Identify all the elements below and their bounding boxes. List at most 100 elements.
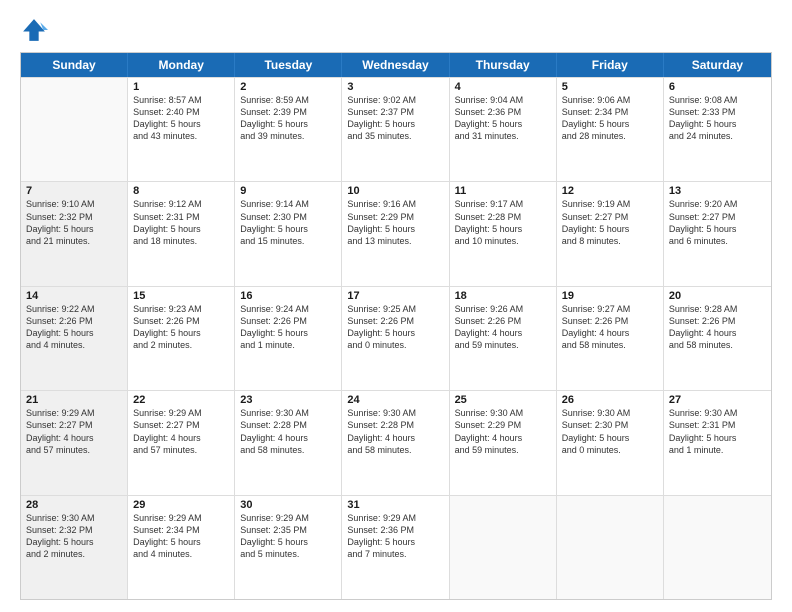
- day-number: 10: [347, 185, 443, 197]
- calendar-cell: 3Sunrise: 9:02 AM Sunset: 2:37 PM Daylig…: [342, 78, 449, 181]
- calendar-cell: 18Sunrise: 9:26 AM Sunset: 2:26 PM Dayli…: [450, 287, 557, 390]
- day-info: Sunrise: 9:30 AM Sunset: 2:29 PM Dayligh…: [455, 407, 551, 456]
- calendar-cell: 25Sunrise: 9:30 AM Sunset: 2:29 PM Dayli…: [450, 391, 557, 494]
- calendar-cell: 27Sunrise: 9:30 AM Sunset: 2:31 PM Dayli…: [664, 391, 771, 494]
- day-number: 1: [133, 81, 229, 93]
- calendar-cell: [664, 496, 771, 599]
- header: [20, 16, 772, 44]
- day-info: Sunrise: 9:22 AM Sunset: 2:26 PM Dayligh…: [26, 303, 122, 352]
- day-info: Sunrise: 8:57 AM Sunset: 2:40 PM Dayligh…: [133, 94, 229, 143]
- day-info: Sunrise: 9:26 AM Sunset: 2:26 PM Dayligh…: [455, 303, 551, 352]
- calendar-cell: 4Sunrise: 9:04 AM Sunset: 2:36 PM Daylig…: [450, 78, 557, 181]
- day-info: Sunrise: 9:29 AM Sunset: 2:34 PM Dayligh…: [133, 512, 229, 561]
- day-info: Sunrise: 9:17 AM Sunset: 2:28 PM Dayligh…: [455, 198, 551, 247]
- day-number: 29: [133, 499, 229, 511]
- calendar-cell: 13Sunrise: 9:20 AM Sunset: 2:27 PM Dayli…: [664, 182, 771, 285]
- day-number: 2: [240, 81, 336, 93]
- day-info: Sunrise: 9:28 AM Sunset: 2:26 PM Dayligh…: [669, 303, 766, 352]
- day-info: Sunrise: 9:30 AM Sunset: 2:31 PM Dayligh…: [669, 407, 766, 456]
- calendar-cell: 14Sunrise: 9:22 AM Sunset: 2:26 PM Dayli…: [21, 287, 128, 390]
- calendar-cell: 20Sunrise: 9:28 AM Sunset: 2:26 PM Dayli…: [664, 287, 771, 390]
- calendar-cell: 17Sunrise: 9:25 AM Sunset: 2:26 PM Dayli…: [342, 287, 449, 390]
- header-day-thursday: Thursday: [450, 53, 557, 77]
- calendar-cell: 30Sunrise: 9:29 AM Sunset: 2:35 PM Dayli…: [235, 496, 342, 599]
- calendar-row-3: 21Sunrise: 9:29 AM Sunset: 2:27 PM Dayli…: [21, 390, 771, 494]
- page: SundayMondayTuesdayWednesdayThursdayFrid…: [0, 0, 792, 612]
- day-number: 3: [347, 81, 443, 93]
- calendar-header: SundayMondayTuesdayWednesdayThursdayFrid…: [21, 53, 771, 77]
- header-day-sunday: Sunday: [21, 53, 128, 77]
- calendar-cell: 8Sunrise: 9:12 AM Sunset: 2:31 PM Daylig…: [128, 182, 235, 285]
- calendar-row-4: 28Sunrise: 9:30 AM Sunset: 2:32 PM Dayli…: [21, 495, 771, 599]
- calendar: SundayMondayTuesdayWednesdayThursdayFrid…: [20, 52, 772, 600]
- day-number: 11: [455, 185, 551, 197]
- calendar-cell: 11Sunrise: 9:17 AM Sunset: 2:28 PM Dayli…: [450, 182, 557, 285]
- day-info: Sunrise: 9:29 AM Sunset: 2:36 PM Dayligh…: [347, 512, 443, 561]
- calendar-cell: 28Sunrise: 9:30 AM Sunset: 2:32 PM Dayli…: [21, 496, 128, 599]
- calendar-cell: [557, 496, 664, 599]
- day-info: Sunrise: 9:30 AM Sunset: 2:28 PM Dayligh…: [240, 407, 336, 456]
- day-number: 6: [669, 81, 766, 93]
- calendar-cell: 15Sunrise: 9:23 AM Sunset: 2:26 PM Dayli…: [128, 287, 235, 390]
- day-info: Sunrise: 9:29 AM Sunset: 2:27 PM Dayligh…: [133, 407, 229, 456]
- day-info: Sunrise: 9:14 AM Sunset: 2:30 PM Dayligh…: [240, 198, 336, 247]
- day-info: Sunrise: 9:08 AM Sunset: 2:33 PM Dayligh…: [669, 94, 766, 143]
- day-number: 26: [562, 394, 658, 406]
- day-number: 18: [455, 290, 551, 302]
- calendar-cell: 12Sunrise: 9:19 AM Sunset: 2:27 PM Dayli…: [557, 182, 664, 285]
- calendar-cell: 16Sunrise: 9:24 AM Sunset: 2:26 PM Dayli…: [235, 287, 342, 390]
- header-day-friday: Friday: [557, 53, 664, 77]
- logo: [20, 16, 52, 44]
- day-info: Sunrise: 9:29 AM Sunset: 2:35 PM Dayligh…: [240, 512, 336, 561]
- day-info: Sunrise: 9:19 AM Sunset: 2:27 PM Dayligh…: [562, 198, 658, 247]
- day-number: 19: [562, 290, 658, 302]
- day-info: Sunrise: 9:30 AM Sunset: 2:32 PM Dayligh…: [26, 512, 122, 561]
- day-info: Sunrise: 9:16 AM Sunset: 2:29 PM Dayligh…: [347, 198, 443, 247]
- day-number: 31: [347, 499, 443, 511]
- day-number: 22: [133, 394, 229, 406]
- day-info: Sunrise: 9:29 AM Sunset: 2:27 PM Dayligh…: [26, 407, 122, 456]
- day-info: Sunrise: 9:06 AM Sunset: 2:34 PM Dayligh…: [562, 94, 658, 143]
- day-info: Sunrise: 9:12 AM Sunset: 2:31 PM Dayligh…: [133, 198, 229, 247]
- day-number: 13: [669, 185, 766, 197]
- day-number: 15: [133, 290, 229, 302]
- day-number: 5: [562, 81, 658, 93]
- day-number: 4: [455, 81, 551, 93]
- day-number: 17: [347, 290, 443, 302]
- day-number: 27: [669, 394, 766, 406]
- day-number: 24: [347, 394, 443, 406]
- day-number: 25: [455, 394, 551, 406]
- calendar-row-0: 1Sunrise: 8:57 AM Sunset: 2:40 PM Daylig…: [21, 77, 771, 181]
- day-info: Sunrise: 9:02 AM Sunset: 2:37 PM Dayligh…: [347, 94, 443, 143]
- header-day-tuesday: Tuesday: [235, 53, 342, 77]
- calendar-cell: 5Sunrise: 9:06 AM Sunset: 2:34 PM Daylig…: [557, 78, 664, 181]
- calendar-cell: 6Sunrise: 9:08 AM Sunset: 2:33 PM Daylig…: [664, 78, 771, 181]
- calendar-cell: 31Sunrise: 9:29 AM Sunset: 2:36 PM Dayli…: [342, 496, 449, 599]
- calendar-cell: 2Sunrise: 8:59 AM Sunset: 2:39 PM Daylig…: [235, 78, 342, 181]
- calendar-cell: 24Sunrise: 9:30 AM Sunset: 2:28 PM Dayli…: [342, 391, 449, 494]
- day-info: Sunrise: 9:04 AM Sunset: 2:36 PM Dayligh…: [455, 94, 551, 143]
- day-info: Sunrise: 9:30 AM Sunset: 2:30 PM Dayligh…: [562, 407, 658, 456]
- day-number: 12: [562, 185, 658, 197]
- day-number: 30: [240, 499, 336, 511]
- day-info: Sunrise: 9:23 AM Sunset: 2:26 PM Dayligh…: [133, 303, 229, 352]
- calendar-cell: [450, 496, 557, 599]
- day-number: 28: [26, 499, 122, 511]
- day-info: Sunrise: 9:30 AM Sunset: 2:28 PM Dayligh…: [347, 407, 443, 456]
- day-number: 20: [669, 290, 766, 302]
- calendar-cell: 29Sunrise: 9:29 AM Sunset: 2:34 PM Dayli…: [128, 496, 235, 599]
- calendar-cell: 22Sunrise: 9:29 AM Sunset: 2:27 PM Dayli…: [128, 391, 235, 494]
- header-day-saturday: Saturday: [664, 53, 771, 77]
- day-number: 7: [26, 185, 122, 197]
- calendar-cell: 1Sunrise: 8:57 AM Sunset: 2:40 PM Daylig…: [128, 78, 235, 181]
- calendar-row-1: 7Sunrise: 9:10 AM Sunset: 2:32 PM Daylig…: [21, 181, 771, 285]
- calendar-cell: 9Sunrise: 9:14 AM Sunset: 2:30 PM Daylig…: [235, 182, 342, 285]
- calendar-cell: 10Sunrise: 9:16 AM Sunset: 2:29 PM Dayli…: [342, 182, 449, 285]
- day-number: 9: [240, 185, 336, 197]
- logo-icon: [20, 16, 48, 44]
- header-day-wednesday: Wednesday: [342, 53, 449, 77]
- day-info: Sunrise: 9:10 AM Sunset: 2:32 PM Dayligh…: [26, 198, 122, 247]
- day-number: 21: [26, 394, 122, 406]
- day-info: Sunrise: 8:59 AM Sunset: 2:39 PM Dayligh…: [240, 94, 336, 143]
- calendar-cell: 26Sunrise: 9:30 AM Sunset: 2:30 PM Dayli…: [557, 391, 664, 494]
